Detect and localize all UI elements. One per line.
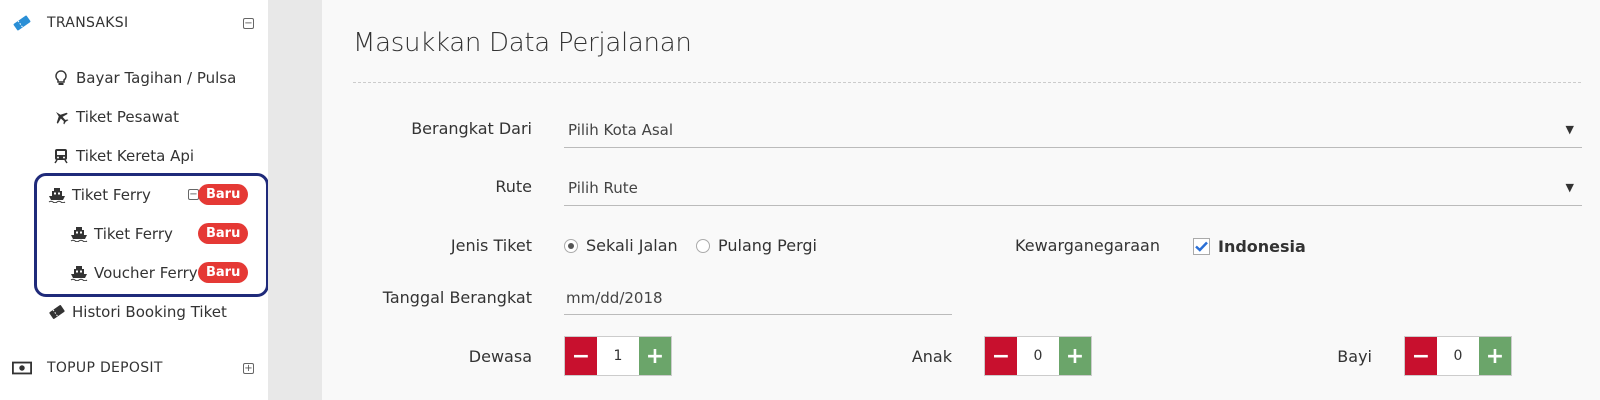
new-badge: Baru <box>198 223 249 244</box>
sidebar-item-label: Voucher Ferry <box>94 264 198 282</box>
ship-icon <box>70 264 88 282</box>
decrement-button[interactable]: − <box>1405 337 1437 375</box>
sidebar-item-tiket-ferry-group[interactable]: Tiket Ferry <box>48 178 151 212</box>
sidebar-section-transaksi[interactable]: TRANSAKSI − <box>0 3 268 43</box>
radio-dot[interactable] <box>564 238 578 253</box>
sidebar-item-label: Bayar Tagihan / Pulsa <box>76 69 237 87</box>
rute-label: Rute <box>495 177 532 196</box>
ticket-icon <box>12 13 32 33</box>
anak-label: Anak <box>911 347 952 366</box>
collapse-toggle-icon[interactable]: − <box>243 17 254 29</box>
train-icon <box>52 147 70 165</box>
checkbox-label: Indonesia <box>1218 237 1306 256</box>
sidebar-item-tiket-pesawat[interactable]: Tiket Pesawat <box>52 100 179 134</box>
increment-button[interactable]: + <box>639 337 671 375</box>
tanggal-berangkat-label: Tanggal Berangkat <box>382 288 532 307</box>
sidebar-item-bayar-tagihan[interactable]: Bayar Tagihan / Pulsa <box>52 61 236 95</box>
increment-button[interactable]: + <box>1059 337 1091 375</box>
page-title: Masukkan Data Perjalanan <box>353 28 692 58</box>
ship-icon <box>70 225 88 243</box>
kota-asal-select[interactable]: Pilih Kota Asal ▼ <box>564 112 1582 148</box>
anak-stepper[interactable]: − 0 + <box>984 336 1092 376</box>
sidebar-item-label: Tiket Pesawat <box>76 108 179 126</box>
new-badge: Baru <box>198 184 249 205</box>
stepper-value[interactable]: 0 <box>1017 337 1059 375</box>
radio-dot[interactable] <box>696 238 710 253</box>
radio-label: Pulang Pergi <box>718 236 817 255</box>
bayi-label: Bayi <box>1337 347 1372 366</box>
date-value: mm/dd/2018 <box>566 288 663 307</box>
title-divider <box>353 82 1581 83</box>
kewarganegaraan-label: Kewarganegaraan <box>1015 236 1160 255</box>
sidebar-item-label: Tiket Ferry <box>72 186 151 204</box>
bayi-stepper[interactable]: − 0 + <box>1404 336 1512 376</box>
sidebar: TRANSAKSI − Bayar Tagihan / Pulsa Tiket … <box>0 0 269 400</box>
berangkat-dari-label: Berangkat Dari <box>411 119 532 138</box>
money-icon <box>12 358 32 378</box>
sidebar-item-label: Tiket Kereta Api <box>76 147 195 165</box>
new-badge: Baru <box>198 262 249 283</box>
dewasa-label: Dewasa <box>468 347 532 366</box>
select-value: Pilih Kota Asal <box>568 120 674 139</box>
sidebar-section-topup-deposit[interactable]: TOPUP DEPOSIT + <box>0 348 268 388</box>
kewarganegaraan-checkbox-row[interactable]: Indonesia <box>1193 237 1306 256</box>
decrement-button[interactable]: − <box>565 337 597 375</box>
sidebar-section-label: TRANSAKSI <box>47 15 129 31</box>
increment-button[interactable]: + <box>1479 337 1511 375</box>
stepper-value[interactable]: 0 <box>1437 337 1479 375</box>
layout-gutter <box>268 0 322 400</box>
decrement-button[interactable]: − <box>985 337 1017 375</box>
sidebar-item-histori-booking[interactable]: Histori Booking Tiket <box>48 295 227 329</box>
sidebar-subitem-voucher-ferry[interactable]: Voucher Ferry <box>70 256 198 290</box>
rute-select[interactable]: Pilih Rute ▼ <box>564 170 1582 206</box>
check-icon <box>1195 241 1208 252</box>
lightbulb-icon <box>52 69 70 87</box>
ticket-icon <box>48 303 66 321</box>
radio-label: Sekali Jalan <box>586 236 678 255</box>
stepper-value[interactable]: 1 <box>597 337 639 375</box>
sidebar-item-tiket-kereta-api[interactable]: Tiket Kereta Api <box>52 139 194 173</box>
caret-down-icon: ▼ <box>1565 123 1574 136</box>
plane-icon <box>52 108 70 126</box>
ship-icon <box>48 186 66 204</box>
tanggal-berangkat-input[interactable]: mm/dd/2018 <box>564 281 952 315</box>
checkbox[interactable] <box>1193 238 1210 255</box>
sidebar-item-label: Histori Booking Tiket <box>72 303 227 321</box>
radio-sekali-jalan[interactable]: Sekali Jalan <box>564 236 678 255</box>
select-value: Pilih Rute <box>568 178 638 197</box>
sidebar-section-label: TOPUP DEPOSIT <box>47 360 163 376</box>
sidebar-item-label: Tiket Ferry <box>94 225 173 243</box>
expand-toggle-icon[interactable]: + <box>243 362 254 374</box>
jenis-tiket-label: Jenis Tiket <box>450 236 532 255</box>
radio-pulang-pergi[interactable]: Pulang Pergi <box>696 236 817 255</box>
caret-down-icon: ▼ <box>1565 181 1574 194</box>
sidebar-subitem-tiket-ferry[interactable]: Tiket Ferry <box>70 217 173 251</box>
dewasa-stepper[interactable]: − 1 + <box>564 336 672 376</box>
